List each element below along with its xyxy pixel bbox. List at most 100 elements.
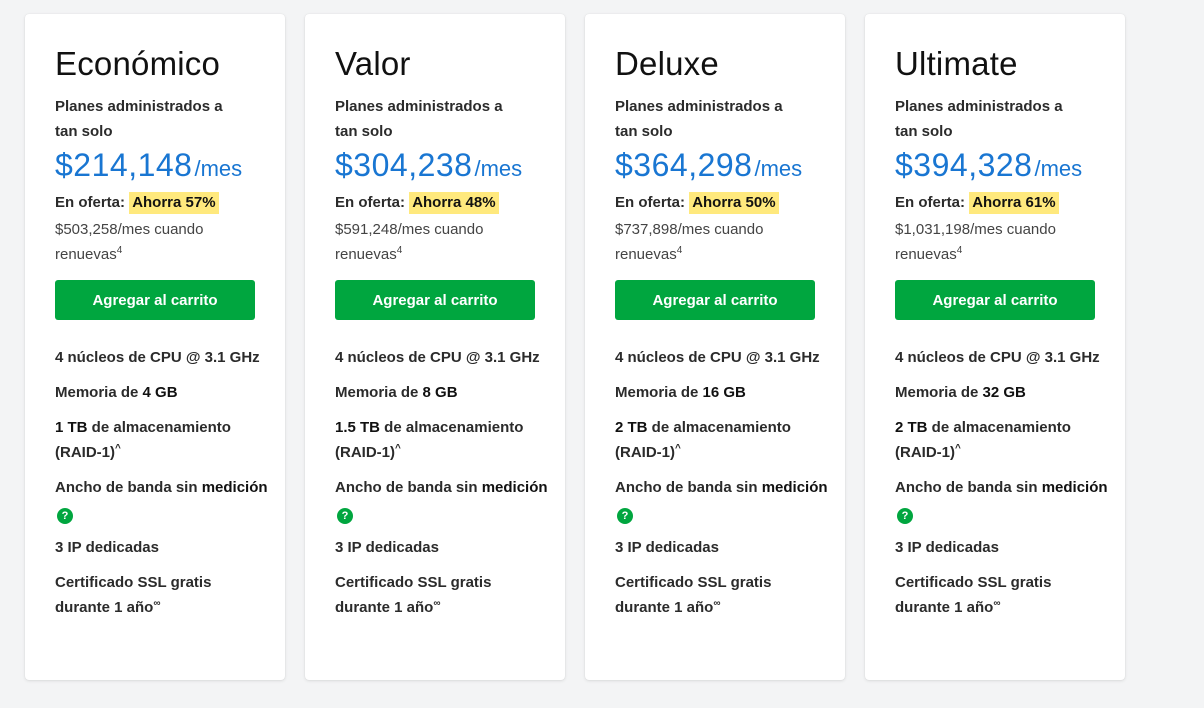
memory-value: 16 GB [702, 384, 746, 401]
ssl-text: Certificado SSL gratis durante 1 año [55, 574, 212, 616]
offer-label: En oferta: [55, 194, 126, 211]
feature-list: 4 núcleos de CPU @ 3.1 GHz Memoria de 32… [895, 345, 1110, 630]
plan-name: Valor [335, 45, 411, 82]
storage-value: 1 TB [55, 419, 88, 436]
bandwidth-bold: medición [1041, 479, 1108, 496]
price-line: $214,148 /mes [55, 147, 255, 187]
feature-memory: Memoria de 8 GB [335, 380, 550, 405]
feature-bandwidth: Ancho de banda sin medición ? [895, 475, 1110, 525]
footnote-marker[interactable]: 4 [117, 245, 123, 256]
plan-name: Económico [55, 45, 221, 82]
bandwidth-bold: medición [201, 479, 268, 496]
memory-prefix: Memoria de [895, 384, 983, 401]
discount-badge: Ahorra 61% [969, 192, 1059, 214]
storage-value: 1.5 TB [335, 419, 381, 436]
ssl-footnote[interactable]: ∞ [153, 598, 160, 609]
price-line: $304,238 /mes [335, 147, 535, 187]
plan-card-deluxe: Deluxe Planes administrados a tan solo $… [585, 14, 845, 680]
ssl-footnote[interactable]: ∞ [433, 598, 440, 609]
ssl-text: Certificado SSL gratis durante 1 año [895, 574, 1052, 616]
plan-name: Ultimate [895, 45, 1018, 82]
plan-card-valor: Valor Planes administrados a tan solo $3… [305, 14, 565, 680]
feature-bandwidth: Ancho de banda sin medición ? [615, 475, 830, 525]
feature-storage: 1 TB de almacenamiento (RAID-1)^ [55, 415, 270, 465]
plan-price: $304,238 [335, 147, 473, 183]
feature-ips: 3 IP dedicadas [335, 539, 439, 556]
feature-cpu: 4 núcleos de CPU @ 3.1 GHz [55, 349, 260, 366]
ssl-text: Certificado SSL gratis durante 1 año [615, 574, 772, 616]
offer-line: En oferta: Ahorra 50% [615, 189, 815, 217]
plan-card-economico: Económico Planes administrados a tan sol… [25, 14, 285, 680]
feature-memory: Memoria de 4 GB [55, 380, 270, 405]
add-to-cart-button[interactable]: Agregar al carrito [335, 280, 535, 320]
feature-list: 4 núcleos de CPU @ 3.1 GHz Memoria de 4 … [55, 345, 270, 630]
feature-storage: 1.5 TB de almacenamiento (RAID-1)^ [335, 415, 550, 465]
add-to-cart-button[interactable]: Agregar al carrito [615, 280, 815, 320]
renewal-price: $1,031,198/mes cuando renuevas4 [895, 217, 1065, 267]
storage-footnote[interactable]: ^ [395, 443, 401, 454]
memory-prefix: Memoria de [615, 384, 703, 401]
plan-subtitle: Planes administrados a tan solo [895, 98, 1063, 140]
help-icon[interactable]: ? [57, 508, 73, 524]
renewal-text: $1,031,198/mes cuando renuevas [895, 221, 1056, 263]
discount-badge: Ahorra 57% [129, 192, 219, 214]
storage-footnote[interactable]: ^ [115, 443, 121, 454]
feature-bandwidth: Ancho de banda sin medición ? [335, 475, 550, 525]
bandwidth-prefix: Ancho de banda sin [335, 479, 482, 496]
help-icon[interactable]: ? [337, 508, 353, 524]
plan-price: $364,298 [615, 147, 753, 183]
help-icon[interactable]: ? [897, 508, 913, 524]
storage-value: 2 TB [895, 419, 928, 436]
plan-name: Deluxe [615, 45, 719, 82]
price-period: /mes [754, 156, 803, 181]
offer-label: En oferta: [615, 194, 686, 211]
storage-footnote[interactable]: ^ [955, 443, 961, 454]
footnote-marker[interactable]: 4 [677, 245, 683, 256]
feature-ssl: Certificado SSL gratis durante 1 año∞ [55, 570, 270, 620]
price-period: /mes [194, 156, 243, 181]
plan-price: $214,148 [55, 147, 193, 183]
renewal-text: $591,248/mes cuando renuevas [335, 221, 484, 263]
feature-ips: 3 IP dedicadas [55, 539, 159, 556]
storage-value: 2 TB [615, 419, 648, 436]
memory-value: 32 GB [982, 384, 1026, 401]
renewal-price: $503,258/mes cuando renuevas4 [55, 217, 225, 267]
renewal-text: $737,898/mes cuando renuevas [615, 221, 764, 263]
footnote-marker[interactable]: 4 [957, 245, 963, 256]
feature-list: 4 núcleos de CPU @ 3.1 GHz Memoria de 8 … [335, 345, 550, 630]
offer-line: En oferta: Ahorra 48% [335, 189, 535, 217]
bandwidth-bold: medición [761, 479, 828, 496]
price-period: /mes [474, 156, 523, 181]
plan-subtitle: Planes administrados a tan solo [55, 98, 223, 140]
feature-memory: Memoria de 16 GB [615, 380, 830, 405]
bandwidth-bold: medición [481, 479, 548, 496]
help-icon[interactable]: ? [617, 508, 633, 524]
feature-bandwidth: Ancho de banda sin medición ? [55, 475, 270, 525]
plan-subtitle: Planes administrados a tan solo [335, 98, 503, 140]
plan-subtitle: Planes administrados a tan solo [615, 98, 783, 140]
renewal-price: $591,248/mes cuando renuevas4 [335, 217, 505, 267]
footnote-marker[interactable]: 4 [397, 245, 403, 256]
bandwidth-prefix: Ancho de banda sin [55, 479, 202, 496]
price-line: $364,298 /mes [615, 147, 815, 187]
ssl-footnote[interactable]: ∞ [993, 598, 1000, 609]
memory-prefix: Memoria de [335, 384, 423, 401]
bandwidth-prefix: Ancho de banda sin [895, 479, 1042, 496]
feature-ips: 3 IP dedicadas [615, 539, 719, 556]
feature-storage: 2 TB de almacenamiento (RAID-1)^ [615, 415, 830, 465]
storage-footnote[interactable]: ^ [675, 443, 681, 454]
plan-price: $394,328 [895, 147, 1033, 183]
feature-ips: 3 IP dedicadas [895, 539, 999, 556]
feature-ssl: Certificado SSL gratis durante 1 año∞ [895, 570, 1110, 620]
add-to-cart-button[interactable]: Agregar al carrito [895, 280, 1095, 320]
memory-value: 4 GB [142, 384, 178, 401]
add-to-cart-button[interactable]: Agregar al carrito [55, 280, 255, 320]
renewal-price: $737,898/mes cuando renuevas4 [615, 217, 785, 267]
feature-cpu: 4 núcleos de CPU @ 3.1 GHz [335, 349, 540, 366]
ssl-footnote[interactable]: ∞ [713, 598, 720, 609]
discount-badge: Ahorra 48% [409, 192, 499, 214]
renewal-text: $503,258/mes cuando renuevas [55, 221, 204, 263]
pricing-cards: Económico Planes administrados a tan sol… [25, 14, 1125, 680]
feature-list: 4 núcleos de CPU @ 3.1 GHz Memoria de 16… [615, 345, 830, 630]
feature-ssl: Certificado SSL gratis durante 1 año∞ [615, 570, 830, 620]
